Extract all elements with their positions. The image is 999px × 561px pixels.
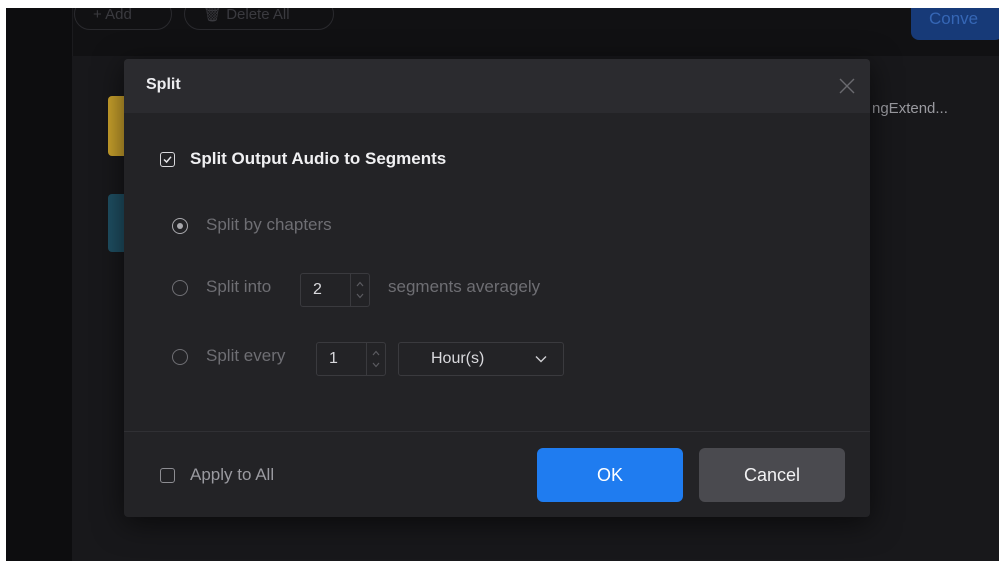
split-every-label: Split every — [206, 346, 286, 365]
split-output-label: Split Output Audio to Segments — [190, 149, 447, 168]
radio-dot — [176, 222, 183, 229]
check-icon — [163, 156, 172, 164]
segments-count-value: 2 — [313, 281, 322, 298]
dialog-divider — [124, 431, 870, 432]
dialog-header: Split — [124, 59, 870, 113]
split-output-checkbox[interactable] — [160, 152, 175, 167]
interval-stepper[interactable]: 1 — [316, 342, 386, 376]
ok-button[interactable]: OK — [537, 448, 683, 502]
cancel-button[interactable]: Cancel — [699, 448, 845, 502]
stepper-arrows[interactable] — [350, 274, 369, 306]
dialog-title: Split — [146, 76, 181, 93]
interval-value: 1 — [329, 350, 338, 367]
split-into-radio[interactable] — [172, 280, 188, 296]
split-into-label: Split into — [206, 277, 272, 296]
split-by-chapters-label: Split by chapters — [206, 215, 332, 234]
interval-unit-select[interactable]: Hour(s) — [398, 342, 564, 376]
chevron-up-icon[interactable] — [355, 279, 365, 289]
split-every-radio[interactable] — [172, 349, 188, 365]
chevron-down-icon — [535, 356, 547, 363]
apply-to-all-label: Apply to All — [190, 465, 275, 484]
chevron-down-icon[interactable] — [371, 360, 381, 370]
interval-unit-value: Hour(s) — [431, 350, 485, 367]
segments-count-stepper[interactable]: 2 — [300, 273, 370, 307]
stepper-arrows[interactable] — [366, 343, 385, 375]
segments-averagely-label: segments averagely — [388, 277, 541, 296]
apply-to-all-checkbox[interactable] — [160, 468, 175, 483]
split-by-chapters-radio[interactable] — [172, 218, 188, 234]
close-icon[interactable] — [838, 77, 856, 95]
split-dialog: Split Split Output Audio to Segments Spl… — [124, 59, 870, 517]
modal-overlay: Split Split Output Audio to Segments Spl… — [0, 0, 999, 561]
chevron-up-icon[interactable] — [371, 348, 381, 358]
chevron-down-icon[interactable] — [355, 291, 365, 301]
